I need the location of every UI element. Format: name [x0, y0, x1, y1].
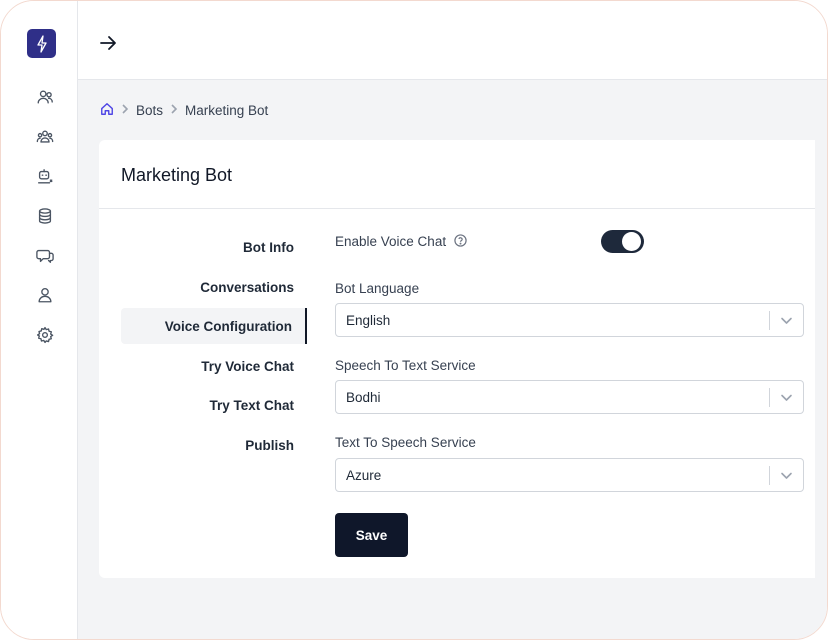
voice-chat-toggle[interactable]: [601, 230, 644, 253]
tab-bot-info[interactable]: Bot Info: [121, 229, 307, 265]
tts-service-value: Azure: [346, 468, 382, 483]
save-button[interactable]: Save: [335, 513, 408, 557]
select-divider: [769, 388, 770, 407]
bot-settings-card: Marketing Bot Bot Info Conversations Voi…: [99, 140, 815, 578]
tts-service-select[interactable]: Azure: [335, 458, 804, 492]
stt-service-value: Bodhi: [346, 390, 381, 405]
divider: [99, 208, 815, 209]
chevron-down-icon: [780, 469, 793, 482]
chevron-down-icon: [780, 391, 793, 404]
chevron-down-icon: [780, 314, 793, 327]
page-title: Marketing Bot: [121, 165, 233, 185]
sidebar-item-database[interactable]: [34, 207, 56, 229]
select-divider: [769, 311, 770, 330]
sidebar: [1, 1, 78, 639]
sidebar-item-profile[interactable]: [34, 286, 56, 308]
stt-service-select[interactable]: Bodhi: [335, 380, 804, 414]
tab-conversations[interactable]: Conversations: [121, 269, 307, 305]
breadcrumb-item-bots[interactable]: Bots: [136, 103, 163, 118]
settings-icon: [36, 326, 54, 349]
bot-language-value: English: [346, 313, 391, 328]
select-divider: [769, 466, 770, 485]
voice-chat-label: Enable Voice Chat: [335, 234, 447, 249]
team-icon: [36, 128, 54, 151]
tab-voice-configuration[interactable]: Voice Configuration: [121, 308, 307, 344]
arrow-right-icon[interactable]: [97, 32, 119, 54]
bot-icon: [36, 168, 54, 191]
tab-try-voice-chat[interactable]: Try Voice Chat: [121, 348, 307, 384]
bot-language-label: Bot Language: [335, 281, 420, 296]
sidebar-item-bots[interactable]: [34, 168, 56, 190]
tts-service-label: Text To Speech Service: [335, 435, 476, 450]
sidebar-item-settings[interactable]: [34, 326, 56, 348]
top-bar: [78, 1, 827, 80]
database-icon: [36, 207, 54, 230]
home-icon[interactable]: [100, 102, 114, 119]
chat-icon: [36, 247, 54, 270]
stt-service-label: Speech To Text Service: [335, 358, 476, 373]
app-frame: Bots Marketing Bot Marketing Bot Bot Inf…: [0, 0, 828, 640]
voice-chat-label-row: Enable Voice Chat: [335, 234, 467, 250]
user-icon: [36, 286, 54, 309]
lightning-icon[interactable]: [27, 29, 56, 58]
sidebar-item-team[interactable]: [34, 128, 56, 150]
tab-publish[interactable]: Publish: [121, 427, 307, 463]
breadcrumb: Bots Marketing Bot: [100, 102, 268, 118]
toggle-knob: [622, 232, 641, 251]
tab-try-text-chat[interactable]: Try Text Chat: [121, 387, 307, 423]
sidebar-item-chat[interactable]: [34, 247, 56, 269]
help-circle-icon[interactable]: [454, 234, 467, 250]
breadcrumb-item-current: Marketing Bot: [185, 102, 269, 118]
bot-language-select[interactable]: English: [335, 303, 804, 337]
chevron-right-icon: [169, 103, 179, 117]
chevron-right-icon: [120, 103, 130, 117]
users-icon: [36, 88, 54, 111]
sidebar-item-users[interactable]: [34, 88, 56, 110]
